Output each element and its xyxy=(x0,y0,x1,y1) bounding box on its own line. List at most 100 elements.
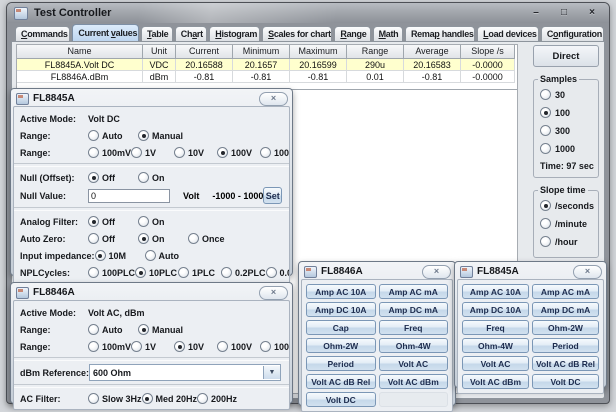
samples-radio-option[interactable]: 1000 xyxy=(540,143,592,154)
function-button[interactable]: Freq xyxy=(379,320,449,335)
function-button[interactable]: Period xyxy=(306,356,376,371)
radio-option[interactable]: 1000V xyxy=(260,147,290,158)
frame-title-bar[interactable]: FL8845A × xyxy=(457,264,604,279)
radio-option[interactable]: Auto xyxy=(88,130,138,141)
radio-option[interactable]: 1V xyxy=(131,341,174,352)
samples-radio-option[interactable]: 30 xyxy=(540,89,592,100)
radio-option[interactable]: Manual xyxy=(138,130,188,141)
frame-close-button[interactable]: × xyxy=(422,265,451,279)
radio-option[interactable]: On xyxy=(138,233,188,244)
function-button[interactable]: Volt AC dB Rel xyxy=(532,356,599,371)
title-bar[interactable]: Test Controller – □ × xyxy=(7,3,609,23)
radio-option[interactable]: 100V xyxy=(217,341,260,352)
tab[interactable]: Remap handles xyxy=(405,26,475,41)
radio-option[interactable]: 100PLC xyxy=(88,267,135,278)
tab[interactable]: Range xyxy=(334,26,370,41)
radio-option[interactable]: Auto xyxy=(145,250,195,261)
samples-radio-option[interactable]: 300 xyxy=(540,125,592,136)
function-button[interactable]: Amp AC mA xyxy=(379,284,449,299)
radio-option[interactable]: Auto xyxy=(88,324,138,335)
direct-button[interactable]: Direct xyxy=(533,45,599,67)
null-value-input[interactable] xyxy=(88,189,170,203)
function-button[interactable]: Volt DC xyxy=(306,392,376,407)
radio-option[interactable]: Off xyxy=(88,233,138,244)
radio-option[interactable]: 10V xyxy=(174,147,217,158)
function-button[interactable]: Volt AC dBm xyxy=(379,374,449,389)
radio-option[interactable]: 0.2PLC xyxy=(221,267,266,278)
radio-option[interactable]: 100mV xyxy=(88,147,131,158)
function-button[interactable]: Ohm-2W xyxy=(532,320,599,335)
radio-option[interactable]: 0.02PLC xyxy=(266,267,290,278)
function-button[interactable]: Ohm-4W xyxy=(379,338,449,353)
radio-option[interactable]: Off xyxy=(88,172,138,183)
radio-option[interactable]: 10PLC xyxy=(135,267,178,278)
function-button[interactable]: Volt AC dBm xyxy=(462,374,529,389)
radio-option[interactable]: 1000V xyxy=(260,341,290,352)
function-button[interactable]: Ohm-2W xyxy=(306,338,376,353)
radio-option[interactable]: 100V xyxy=(217,147,260,158)
radio-option[interactable]: On xyxy=(138,216,188,227)
column-header[interactable]: Unit xyxy=(143,45,176,59)
radio-option[interactable]: Slow 3Hz xyxy=(88,393,142,404)
column-header[interactable]: Minimum xyxy=(233,45,290,59)
tab[interactable]: Current values xyxy=(72,24,139,41)
tab[interactable]: Histogram xyxy=(209,26,260,41)
column-header[interactable]: Range xyxy=(347,45,404,59)
tab[interactable]: Table xyxy=(141,26,173,41)
function-button[interactable]: Amp DC 10A xyxy=(462,302,529,317)
slope-radio-option[interactable]: /minute xyxy=(540,218,592,229)
chevron-down-icon[interactable]: ▼ xyxy=(263,366,280,379)
function-button[interactable]: Amp DC mA xyxy=(532,302,599,317)
function-button[interactable]: Freq xyxy=(462,320,529,335)
function-button[interactable]: Volt AC xyxy=(379,356,449,371)
column-header[interactable]: Maximum xyxy=(290,45,347,59)
radio-option[interactable]: Med 20Hz xyxy=(142,393,198,404)
function-button[interactable]: Amp AC mA xyxy=(532,284,599,299)
radio-option[interactable]: Once xyxy=(188,233,238,244)
frame-close-button[interactable]: × xyxy=(259,92,288,106)
function-button[interactable]: Amp AC 10A xyxy=(306,284,376,299)
function-button[interactable]: Amp AC 10A xyxy=(462,284,529,299)
function-button[interactable]: Amp DC 10A xyxy=(306,302,376,317)
function-button[interactable]: Volt AC xyxy=(462,356,529,371)
radio-option[interactable]: 200Hz xyxy=(197,393,240,404)
function-button[interactable]: Ohm-4W xyxy=(462,338,529,353)
radio-option[interactable]: 1V xyxy=(131,147,174,158)
frame-title-bar[interactable]: FL8846A × xyxy=(13,285,290,300)
slope-radio-option[interactable]: /hour xyxy=(540,236,592,247)
tab[interactable]: Chart xyxy=(175,26,207,41)
table-row[interactable]: FL8846A.dBm dBm -0.81 -0.81 -0.81 0.01 xyxy=(17,71,517,83)
function-button[interactable]: Volt DC xyxy=(532,374,599,389)
radio-option[interactable]: 10V xyxy=(174,341,217,352)
close-icon[interactable]: × xyxy=(585,6,599,20)
radio-option[interactable]: Off xyxy=(88,216,138,227)
tab[interactable]: Math xyxy=(373,26,403,41)
frame-title-bar[interactable]: FL8846A × xyxy=(301,264,453,279)
tab[interactable]: Configuration xyxy=(541,26,604,41)
frame-title-bar[interactable]: FL8845A × xyxy=(13,91,290,106)
radio-option[interactable]: 1PLC xyxy=(178,267,221,278)
frame-close-button[interactable]: × xyxy=(259,286,288,300)
column-header[interactable]: Slope /s xyxy=(461,45,515,59)
column-header[interactable]: Name xyxy=(17,45,143,59)
dbm-reference-select[interactable]: 600 Ohm ▼ xyxy=(89,364,281,381)
table-row[interactable]: FL8845A.Volt DC VDC 20.16588 20.1657 20.… xyxy=(17,59,517,71)
tab[interactable]: Scales for chart xyxy=(262,26,332,41)
column-header[interactable]: Average xyxy=(404,45,461,59)
function-button[interactable]: Volt AC dB Rel xyxy=(306,374,376,389)
radio-option[interactable]: On xyxy=(138,172,188,183)
frame-close-button[interactable]: × xyxy=(573,265,602,279)
tab[interactable]: Load devices xyxy=(477,26,539,41)
function-button[interactable]: Cap xyxy=(306,320,376,335)
radio-option[interactable]: 10M xyxy=(95,250,145,261)
radio-option[interactable]: 100mV xyxy=(88,341,131,352)
column-header[interactable]: Current xyxy=(176,45,233,59)
maximize-icon[interactable]: □ xyxy=(557,6,571,20)
function-button[interactable]: Period xyxy=(532,338,599,353)
tab[interactable]: Commands xyxy=(15,26,70,41)
set-button[interactable]: Set xyxy=(263,187,282,204)
samples-radio-option[interactable]: 100 xyxy=(540,107,592,118)
radio-option[interactable]: Manual xyxy=(138,324,188,335)
slope-radio-option[interactable]: /seconds xyxy=(540,200,592,211)
minimize-icon[interactable]: – xyxy=(529,6,543,20)
